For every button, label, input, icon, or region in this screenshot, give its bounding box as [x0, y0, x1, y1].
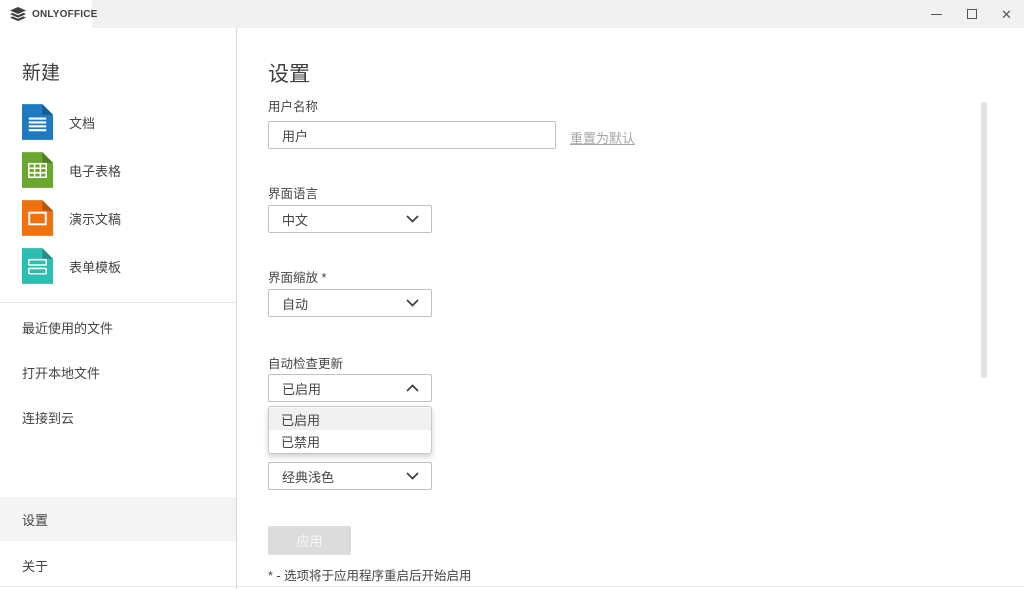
window-bottom-border: [0, 586, 1024, 587]
presentation-icon: [22, 200, 53, 236]
new-item-label: 表单模板: [69, 259, 122, 275]
vertical-scrollbar[interactable]: [981, 102, 987, 378]
sidebar-item-connect-to-cloud[interactable]: 连接到云: [0, 395, 236, 440]
close-icon: ✕: [1001, 6, 1012, 22]
document-icon: [22, 104, 53, 140]
apply-button[interactable]: 应用: [268, 526, 351, 555]
maximize-button[interactable]: [954, 0, 989, 28]
language-label: 界面语言: [268, 187, 319, 201]
auto-update-dropdown-list: 已启用 已禁用: [268, 406, 432, 454]
scaling-label: 界面缩放 *: [268, 271, 327, 285]
reset-to-default-link[interactable]: 重置为默认: [570, 128, 635, 147]
chevron-down-icon: [406, 472, 419, 480]
dropdown-option-disabled[interactable]: 已禁用: [269, 430, 431, 452]
main-tab[interactable]: ONLYOFFICE: [0, 0, 97, 28]
chevron-up-icon: [406, 384, 419, 392]
theme-select[interactable]: 经典浅色: [268, 462, 432, 490]
auto-update-select-value: 已启用: [282, 381, 322, 397]
new-file-list: 文档 电子表格 演示文稿 表单模板: [22, 98, 226, 290]
restart-footnote: * - 选项将于应用程序重启后开始启用: [268, 569, 472, 583]
new-item-label: 电子表格: [69, 163, 122, 179]
sidebar-menu: 最近使用的文件 打开本地文件 连接到云: [0, 305, 236, 440]
dropdown-option-enabled[interactable]: 已启用: [269, 408, 431, 430]
maximize-icon: [966, 9, 977, 19]
new-section-title: 新建: [22, 63, 61, 84]
language-select[interactable]: 中文: [268, 205, 432, 233]
onlyoffice-logo-icon: [10, 6, 26, 22]
titlebar: ONLYOFFICE ✕: [0, 0, 1024, 28]
page-title: 设置: [268, 63, 310, 86]
sidebar: 新建 文档 电子表格 演示文稿 表单模板 最近使用的文件 打开本地文件 连接到云…: [0, 28, 237, 589]
new-spreadsheet-button[interactable]: 电子表格: [22, 146, 226, 194]
spreadsheet-icon: [22, 152, 53, 188]
sidebar-item-settings[interactable]: 设置: [0, 497, 236, 541]
scaling-select-value: 自动: [282, 296, 309, 312]
new-item-label: 演示文稿: [69, 211, 122, 227]
sidebar-item-about[interactable]: 关于: [0, 543, 236, 587]
minimize-icon: [931, 13, 942, 15]
new-item-label: 文档: [69, 115, 96, 131]
app-title: ONLYOFFICE: [32, 8, 98, 20]
sidebar-item-recent-files[interactable]: 最近使用的文件: [0, 305, 236, 350]
scaling-select[interactable]: 自动: [268, 289, 432, 317]
new-document-button[interactable]: 文档: [22, 98, 226, 146]
auto-update-select[interactable]: 已启用: [268, 374, 432, 402]
sidebar-item-open-local-file[interactable]: 打开本地文件: [0, 350, 236, 395]
chevron-down-icon: [406, 215, 419, 223]
form-template-icon: [22, 248, 53, 284]
settings-panel: 设置 用户名称 重置为默认 界面语言 中文 界面缩放 * 自动 自动检查更新 已…: [237, 28, 1024, 589]
username-input[interactable]: [268, 121, 556, 149]
new-presentation-button[interactable]: 演示文稿: [22, 194, 226, 242]
onlyoffice-window: ONLYOFFICE ✕ 新建 文档 电子表格 演示文稿 表单模板 最近使用的文…: [0, 0, 1024, 589]
chevron-down-icon: [406, 299, 419, 307]
sidebar-bottom-menu: 设置 关于: [0, 497, 236, 589]
close-button[interactable]: ✕: [989, 0, 1024, 28]
new-form-template-button[interactable]: 表单模板: [22, 242, 226, 290]
language-select-value: 中文: [282, 212, 309, 228]
sidebar-divider: [0, 302, 236, 303]
minimize-button[interactable]: [919, 0, 954, 28]
theme-select-value: 经典浅色: [282, 469, 335, 485]
window-controls: ✕: [919, 0, 1024, 28]
auto-update-label: 自动检查更新: [268, 357, 344, 371]
username-label: 用户名称: [268, 100, 319, 114]
